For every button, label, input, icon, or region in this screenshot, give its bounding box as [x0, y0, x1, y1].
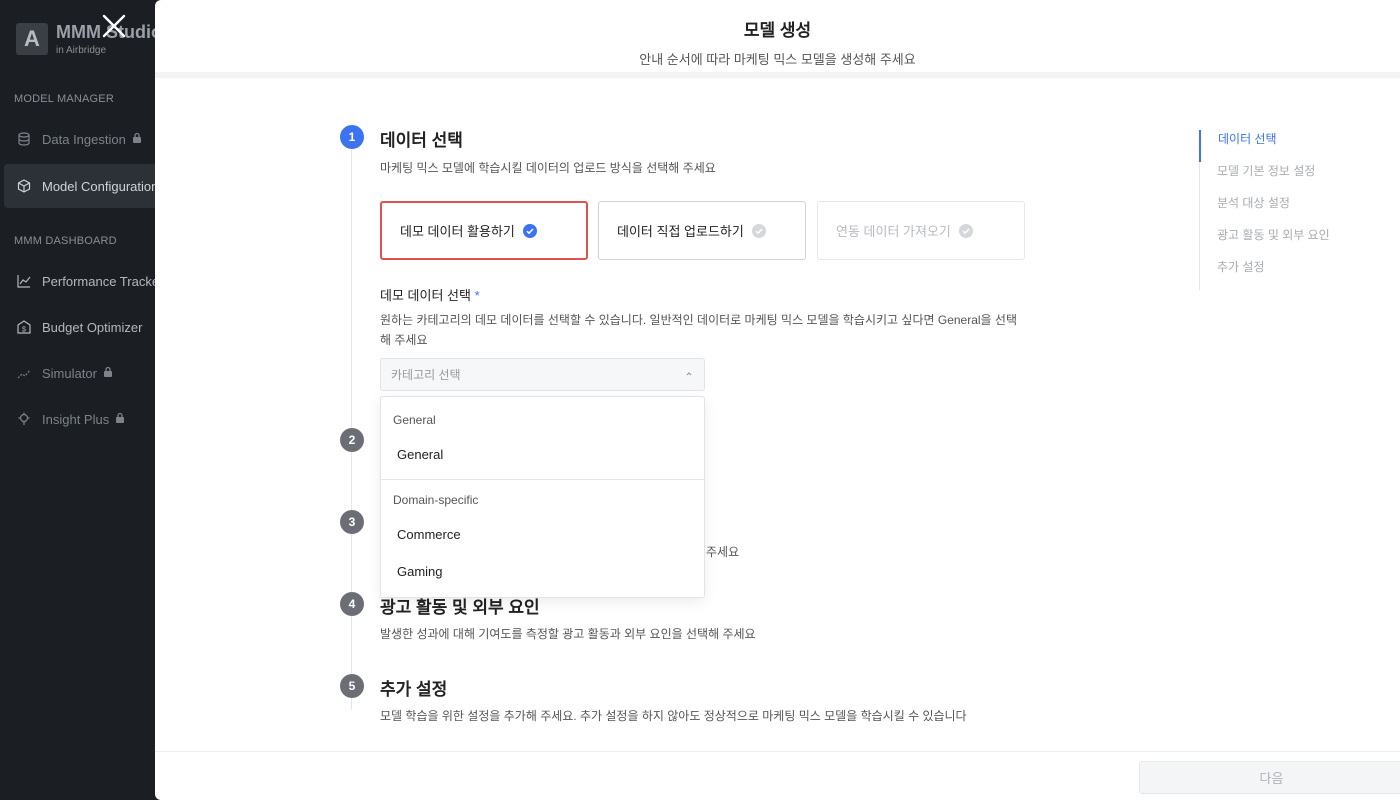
section-label-model-manager: MODEL MANAGER: [14, 93, 114, 105]
modal-title: 모델 생성: [743, 21, 812, 40]
option-label: 데모 데이터 활용하기: [400, 224, 515, 239]
sidebar-item-label: Performance Tracker: [42, 273, 164, 289]
sidebar-item-model-configuration[interactable]: Model Configuration: [4, 164, 170, 208]
lock-icon: [103, 366, 113, 381]
step-number-1: 1: [340, 125, 364, 149]
step-desc-5: 모델 학습을 위한 설정을 추가해 주세요. 추가 설정을 하지 않아도 정상적…: [380, 709, 967, 723]
category-select[interactable]: 카테고리 선택: [380, 358, 705, 391]
sidebar-item-label: Insight Plus: [42, 411, 110, 427]
option-label: 데이터 직접 업로드하기: [617, 224, 744, 239]
cube-icon: [16, 178, 32, 194]
option-label: 연동 데이터 가져오기: [836, 224, 951, 239]
next-button[interactable]: 다음: [1139, 761, 1400, 794]
step-desc-1: 마케팅 믹스 모델에 학습시킬 데이터의 업로드 방식을 선택해 주세요: [380, 161, 716, 175]
sidebar-item-label: Data Ingestion: [42, 131, 126, 147]
create-model-modal: 모델 생성 안내 순서에 따라 마케팅 믹스 모델을 생성해 주세요 1 데이터…: [155, 0, 1400, 800]
category-select-placeholder: 카테고리 선택: [391, 368, 461, 382]
toc-item-additional-settings[interactable]: 추가 설정: [1200, 258, 1359, 290]
modal-subtitle: 안내 순서에 따라 마케팅 믹스 모델을 생성해 주세요: [639, 52, 916, 67]
dropdown-option-general[interactable]: General: [381, 437, 704, 471]
demo-data-field-help: 원하는 카테고리의 데모 데이터를 선택할 수 있습니다. 일반적인 데이터로 …: [380, 313, 1017, 347]
dropdown-group-label: General: [393, 413, 436, 427]
dropdown-option-commerce[interactable]: Commerce: [381, 517, 704, 551]
dollar-icon: $: [16, 319, 32, 335]
category-dropdown-menu: General General Domain-specific Commerce…: [380, 396, 705, 598]
lock-icon: [115, 412, 125, 427]
step-desc-3: 주세요: [706, 545, 740, 559]
step-desc-4: 발생한 성과에 대해 기여도를 측정할 광고 활동과 외부 요인을 선택해 주세…: [380, 627, 756, 641]
brand: A MMM Studio in Airbridge: [16, 22, 162, 56]
modal-footer: 다음: [155, 751, 1400, 800]
required-mark: *: [474, 288, 480, 303]
svg-text:$: $: [22, 327, 26, 334]
sidebar-item-label: Simulator: [42, 365, 97, 381]
section-label-mmm-dashboard: MMM DASHBOARD: [14, 235, 117, 247]
check-circle-icon: [751, 223, 766, 238]
trend-icon: [16, 365, 32, 381]
close-icon[interactable]: [100, 12, 128, 40]
option-demo-data[interactable]: 데모 데이터 활용하기: [380, 201, 588, 260]
sidebar-item-data-ingestion[interactable]: Data Ingestion: [4, 117, 170, 161]
step-number-2: 2: [340, 428, 364, 452]
demo-data-field-label: 데모 데이터 선택 *: [380, 288, 480, 303]
sidebar-item-simulator[interactable]: Simulator: [4, 351, 170, 395]
chart-icon: [16, 273, 32, 289]
bulb-icon: [16, 411, 32, 427]
sidebar: A MMM Studio in Airbridge MODEL MANAGER …: [0, 0, 170, 800]
option-linked-data[interactable]: 연동 데이터 가져오기: [817, 201, 1025, 260]
toc-item-data-selection[interactable]: 데이터 선택: [1199, 130, 1359, 162]
step-number-3: 3: [340, 510, 364, 534]
step-number-4: 4: [340, 592, 364, 616]
toc-item-analysis-target[interactable]: 분석 대상 설정: [1200, 194, 1359, 226]
brand-logo: A: [16, 23, 48, 55]
database-icon: [16, 131, 32, 147]
step-navigation: 데이터 선택 모델 기본 정보 설정 분석 대상 설정 광고 활동 및 외부 요…: [1199, 130, 1359, 290]
step-number-5: 5: [340, 674, 364, 698]
toc-item-ad-activities[interactable]: 광고 활동 및 외부 요인: [1200, 226, 1359, 258]
step-title-1: 데이터 선택: [380, 131, 463, 150]
check-circle-icon: [522, 223, 537, 238]
sidebar-item-insight-plus[interactable]: Insight Plus: [4, 397, 170, 441]
check-circle-icon: [958, 223, 973, 238]
brand-subtitle: in Airbridge: [56, 45, 107, 56]
toc-item-basic-info[interactable]: 모델 기본 정보 설정: [1200, 162, 1359, 194]
modal-header: 모델 생성 안내 순서에 따라 마케팅 믹스 모델을 생성해 주세요: [155, 0, 1400, 78]
dropdown-group-label: Domain-specific: [393, 493, 479, 507]
chevron-up-icon: [684, 368, 694, 382]
sidebar-item-label: Budget Optimizer: [42, 319, 143, 335]
dropdown-divider: [381, 479, 704, 480]
dropdown-option-gaming[interactable]: Gaming: [381, 554, 704, 588]
sidebar-item-performance-tracker[interactable]: Performance Tracker: [4, 259, 170, 303]
sidebar-item-budget-optimizer[interactable]: $ Budget Optimizer: [4, 305, 170, 349]
sidebar-item-label: Model Configuration: [42, 178, 159, 194]
lock-icon: [132, 132, 142, 147]
step-title-5: 추가 설정: [380, 680, 448, 699]
option-upload-data[interactable]: 데이터 직접 업로드하기: [598, 201, 806, 260]
